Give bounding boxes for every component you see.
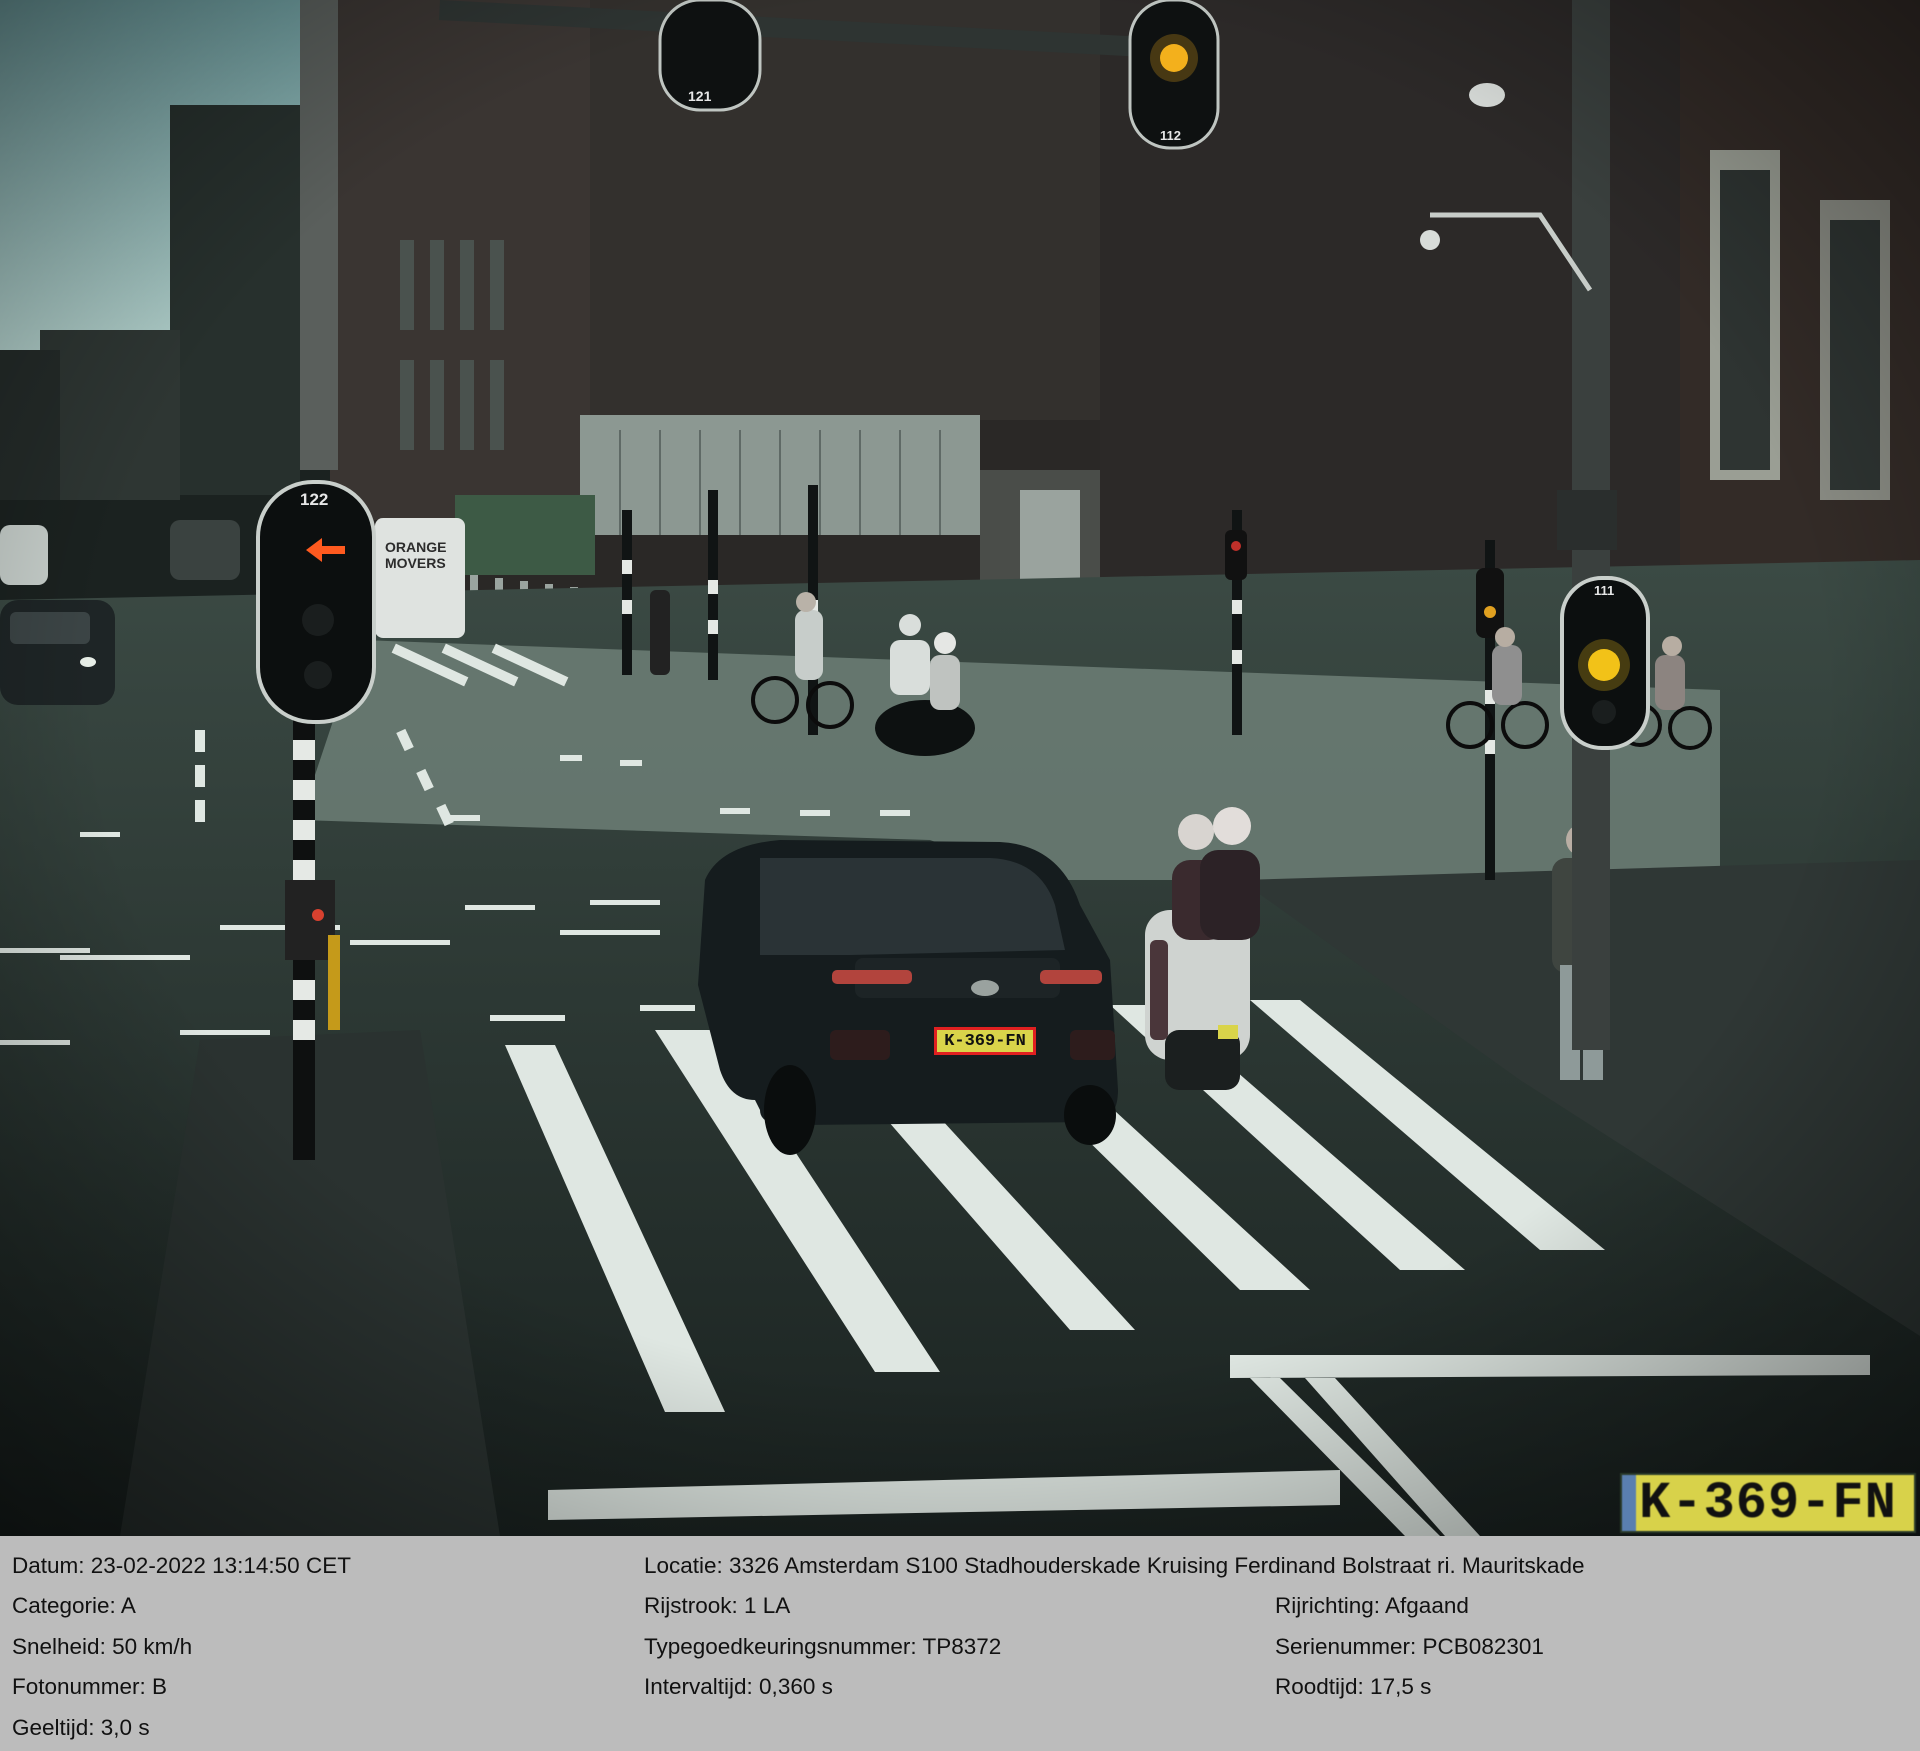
rijstrook-field: Rijstrook: 1 LA [644, 1593, 791, 1618]
locatie-field: Locatie: 3326 Amsterdam S100 Stadhouders… [644, 1553, 1585, 1578]
snelheid-field: Snelheid: 50 km/h [12, 1634, 193, 1659]
roodtijd-field: Roodtijd: 17,5 s [1275, 1674, 1432, 1699]
violation-info-panel: Datum: 23-02-2022 13:14:50 CET Locatie: … [0, 1536, 1920, 1751]
fotonummer-field: Fotonummer: B [12, 1674, 168, 1699]
signal-number-122: 122 [300, 490, 329, 509]
signal-number-121: 121 [688, 88, 712, 104]
datum-field: Datum: 23-02-2022 13:14:50 CET [12, 1553, 351, 1578]
categorie-field: Categorie: A [12, 1593, 136, 1618]
rijrichting-field: Rijrichting: Afgaand [1275, 1593, 1469, 1618]
license-plate-highlight: K-369-FN [934, 1027, 1036, 1055]
typegoedkeuring-field: Typegoedkeuringsnummer: TP8372 [644, 1634, 1002, 1659]
street-scene: ORANGE MOVERS [0, 0, 1920, 1536]
serienummer-field: Serienummer: PCB082301 [1275, 1634, 1544, 1659]
signal-number-111: 111 [1594, 583, 1615, 598]
traffic-camera-photo: ORANGE MOVERS [0, 0, 1920, 1536]
geeltijd-field: Geeltijd: 3,0 s [12, 1715, 150, 1740]
signal-number-112: 112 [1160, 128, 1181, 143]
intervaltijd-field: Intervaltijd: 0,360 s [644, 1674, 833, 1699]
license-plate-crop: K-369-FN [1620, 1473, 1916, 1533]
